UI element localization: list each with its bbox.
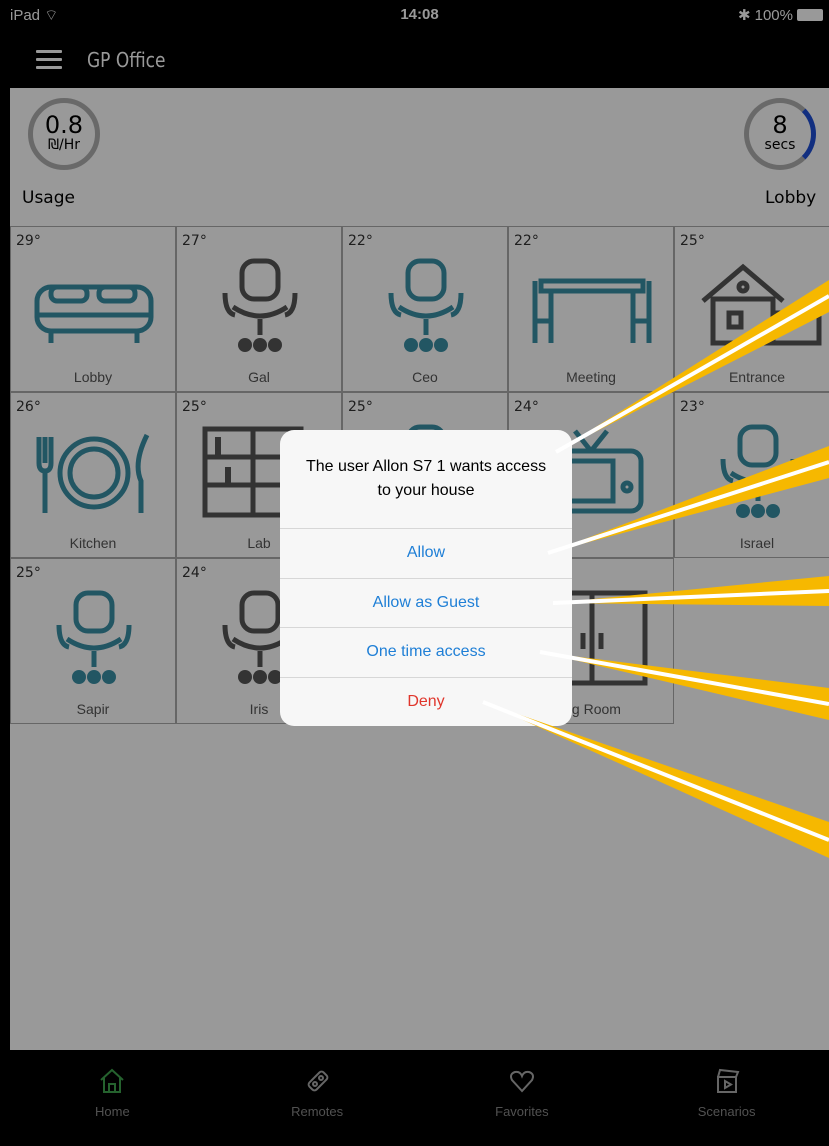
deny-button[interactable]: Deny — [280, 676, 572, 727]
app-screen: iPad ⌔ 14:08 ✱ 100% GP Office 0.8 ₪/Hr Us… — [10, 0, 829, 1146]
one-time-access-button[interactable]: One time access — [280, 627, 572, 677]
allow-button[interactable]: Allow — [280, 528, 572, 578]
allow-as-guest-button[interactable]: Allow as Guest — [280, 577, 572, 628]
access-request-alert: The user Allon S7 1 wants access to your… — [280, 430, 572, 726]
alert-title: The user Allon S7 1 wants access to your… — [305, 458, 547, 499]
